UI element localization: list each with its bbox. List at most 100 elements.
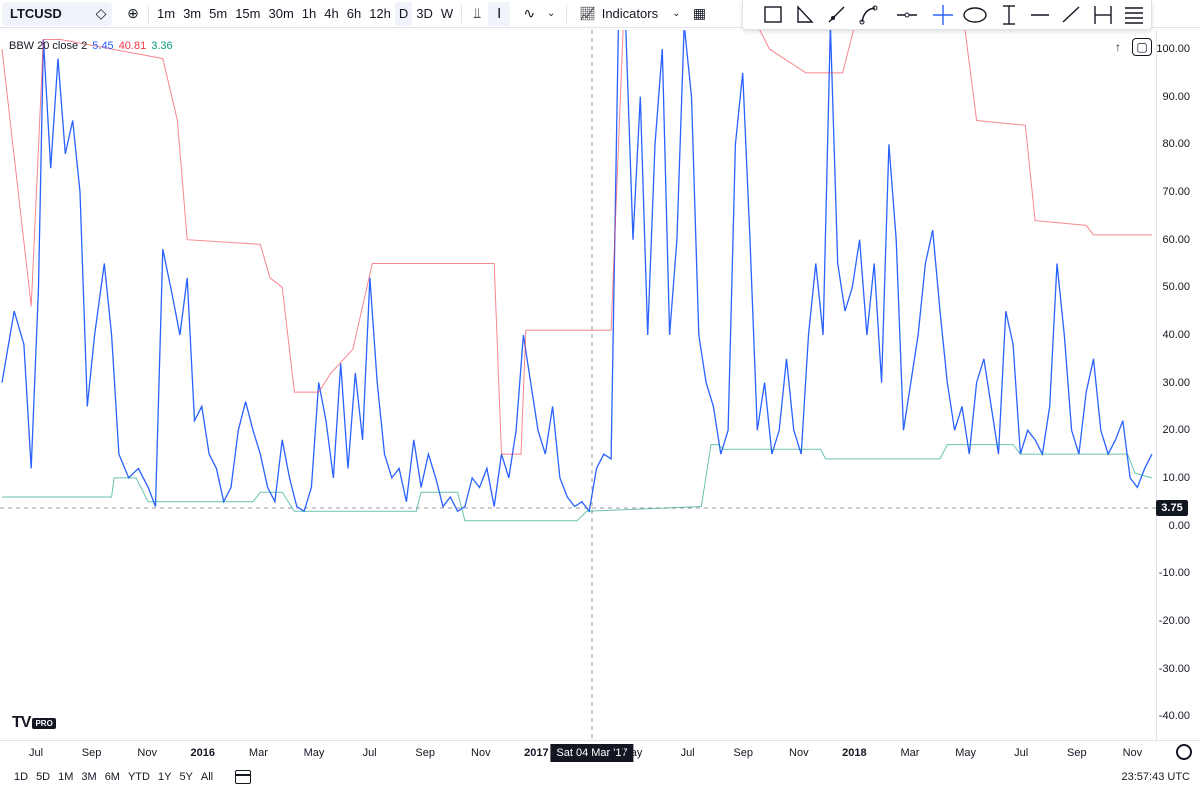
trend-line-icon[interactable] <box>1062 5 1080 23</box>
x-tick-label: Sep <box>415 747 435 759</box>
y-tick-label: 70.00 <box>1162 186 1190 198</box>
x-tick-label: Nov <box>471 747 491 759</box>
interval-15m[interactable]: 15m <box>231 2 264 26</box>
interval-3d[interactable]: 3D <box>412 2 437 26</box>
x-tick-label: 2017 <box>524 747 549 759</box>
interval-group: 1m 3m 5m 15m 30m 1h 4h 6h 12h D 3D W <box>153 1 457 26</box>
series-upper <box>1 30 1152 455</box>
interval-30m[interactable]: 30m <box>264 2 297 26</box>
x-tick-label: Jul <box>680 747 695 759</box>
range-all[interactable]: All <box>197 771 217 783</box>
y-tick-label: 100.00 <box>1156 43 1190 56</box>
legend-title: BBW 20 close 2 <box>9 40 88 52</box>
x-tick-label: May <box>303 747 325 759</box>
x-tick-label: Sep <box>1067 747 1087 759</box>
divider <box>148 4 149 23</box>
range-5d[interactable]: 5D <box>32 771 54 783</box>
range-1y[interactable]: 1Y <box>154 771 175 783</box>
range-5y[interactable]: 5Y <box>175 771 196 783</box>
y-tick-label: 30.00 <box>1162 376 1190 389</box>
y-tick-label: -30.00 <box>1158 662 1190 675</box>
bottom-bar: 1D 5D 1M 3M 6M YTD 1Y 5Y All 23:57:43 UTC <box>0 768 1200 786</box>
x-tick-label: Sep <box>81 747 102 759</box>
range-1m[interactable]: 1M <box>54 771 77 783</box>
y-tick-label: 20.00 <box>1162 424 1190 437</box>
interval-12h[interactable]: 12h <box>365 2 395 26</box>
y-tick-label: 0.00 <box>1168 519 1190 532</box>
legend-value-lower: 3.36 <box>151 40 173 52</box>
indicators-label: Indicators <box>601 6 659 21</box>
triangle-icon[interactable] <box>797 4 814 23</box>
chevron-down-icon[interactable]: ⌄ <box>540 2 562 26</box>
path-icon[interactable] <box>859 5 878 24</box>
candle-style-icon[interactable]: Ⅰ <box>488 1 511 26</box>
indicators-button[interactable]: 📈︎ Indicators ⌄ <box>571 6 688 22</box>
range-group: 1D 5D 1M 3M 6M YTD 1Y 5Y All <box>10 771 217 783</box>
maximize-icon[interactable]: ▢ <box>1132 38 1152 56</box>
legend-value-upper: 40.81 <box>118 40 147 52</box>
price-axis[interactable]: 100.00 90.00 80.00 70.00 60.00 50.00 40.00 30.0… <box>1156 30 1200 740</box>
x-tick-label: Nov <box>137 747 157 759</box>
indicator-legend[interactable]: BBW 20 close 2 5.45 40.81 3.36 <box>9 40 173 52</box>
horizontal-ray-icon[interactable] <box>897 12 917 17</box>
cross-line-icon[interactable] <box>933 4 953 25</box>
interval-w[interactable]: W <box>437 2 457 26</box>
add-symbol-icon[interactable]: ⊕ <box>122 2 144 26</box>
x-tick-label: 2018 <box>842 747 867 759</box>
clock[interactable]: 23:57:43 UTC <box>1122 771 1190 783</box>
settings-icon[interactable] <box>1176 744 1192 760</box>
divider <box>566 4 568 23</box>
y-tick-label: 50.00 <box>1162 281 1190 294</box>
range-ytd[interactable]: YTD <box>124 771 154 783</box>
legend-value-bbw: 5.45 <box>92 40 114 52</box>
rectangle-icon[interactable] <box>764 5 782 23</box>
chart-pane[interactable] <box>0 30 1156 740</box>
interval-4h[interactable]: 4h <box>320 2 342 26</box>
calendar-icon[interactable] <box>235 770 252 784</box>
series-layer <box>1 30 1153 522</box>
compare-icon[interactable]: ◇ <box>90 2 112 26</box>
ray-icon[interactable] <box>828 6 845 22</box>
interval-d[interactable]: D <box>394 1 413 26</box>
x-tick-label: Jul <box>362 747 377 759</box>
series-bbw <box>1 30 1153 513</box>
x-tick-label: 2016 <box>190 747 216 759</box>
interval-1m[interactable]: 1m <box>153 2 179 26</box>
x-tick-label: May <box>955 747 976 759</box>
y-tick-label: 80.00 <box>1162 138 1190 151</box>
price-range-icon[interactable] <box>1094 5 1112 24</box>
time-axis[interactable]: Sat 04 Mar '17 Jul Sep Nov 2016 Mar May Jul Sep… <box>0 740 1200 766</box>
x-tick-label: Nov <box>789 747 809 759</box>
x-tick-label: Nov <box>1122 747 1143 759</box>
interval-3m[interactable]: 3m <box>179 2 205 26</box>
templates-icon[interactable]: ▦ <box>688 2 710 26</box>
y-tick-label: 60.00 <box>1162 233 1190 246</box>
logo-mark: TV <box>12 714 31 731</box>
fib-icon[interactable] <box>1125 6 1143 24</box>
y-tick-label: 90.00 <box>1162 90 1190 103</box>
range-1d[interactable]: 1D <box>10 771 32 783</box>
line-style-icon[interactable]: ∿ <box>518 2 540 26</box>
interval-5m[interactable]: 5m <box>205 2 231 26</box>
range-6m[interactable]: 6M <box>101 771 124 783</box>
divider <box>461 4 463 23</box>
arrow-up-icon[interactable]: ↑ <box>1108 38 1128 56</box>
x-tick-label: Jul <box>28 747 44 759</box>
series-lower <box>2 444 1153 522</box>
tradingview-logo: TV PRO <box>12 714 56 732</box>
range-3m[interactable]: 3M <box>77 771 100 783</box>
current-price-label: 3.75 <box>1156 500 1188 516</box>
interval-6h[interactable]: 6h <box>343 2 365 26</box>
y-tick-label: -20.00 <box>1158 614 1190 627</box>
drawing-tools <box>764 4 1143 25</box>
interval-1h[interactable]: 1h <box>298 2 320 26</box>
drawing-toolbar <box>742 0 1152 30</box>
indicators-icon: 📈︎ <box>579 5 596 21</box>
bar-style-icon[interactable]: ⫫ <box>466 2 488 26</box>
x-tick-label: Sep <box>733 747 753 759</box>
date-range-icon[interactable] <box>1003 4 1015 25</box>
x-tick-label: May <box>621 747 643 759</box>
ellipse-icon[interactable] <box>963 6 987 23</box>
pro-badge: PRO <box>32 717 56 729</box>
symbol-label: LTCUSD <box>10 6 62 21</box>
